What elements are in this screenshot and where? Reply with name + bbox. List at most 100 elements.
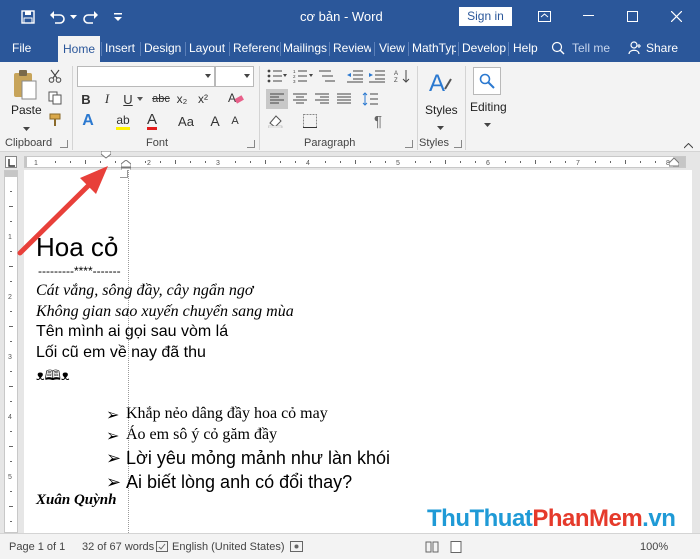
text-effects-button[interactable]: A — [79, 111, 97, 131]
italic-button[interactable]: I — [99, 89, 115, 109]
share-icon[interactable] — [628, 34, 644, 62]
title-separator[interactable]: ---------****------- — [38, 264, 121, 278]
sort-icon[interactable]: AZ — [392, 66, 412, 86]
lightbulb-icon[interactable] — [551, 34, 567, 62]
font-name-dropdown-icon[interactable] — [205, 74, 211, 78]
paste-label[interactable]: Paste — [11, 103, 42, 117]
font-color-button[interactable]: A — [143, 111, 161, 131]
ribbon-display-options-icon[interactable] — [530, 4, 558, 28]
undo-icon[interactable] — [46, 7, 68, 27]
editing-button-label[interactable]: Editing — [470, 100, 507, 114]
document-page[interactable]: Hoa cỏ ---------****------- Cát vắng, sô… — [24, 170, 692, 533]
decrease-indent-icon[interactable] — [346, 66, 364, 86]
poem-line[interactable]: Tên mình ai gọi sau vòm lá — [36, 323, 228, 341]
editing-dropdown-icon[interactable] — [481, 115, 493, 135]
tab-home[interactable]: Home — [58, 36, 100, 62]
tab-help[interactable]: Help — [513, 34, 541, 62]
vertical-ruler[interactable]: 1 2 3 4 5 — [4, 170, 18, 533]
font-color-label: A — [146, 111, 157, 130]
borders-icon[interactable] — [298, 111, 322, 131]
styles-button-label[interactable]: Styles — [425, 103, 458, 117]
clear-formatting-icon[interactable]: A — [228, 88, 244, 108]
share-button[interactable]: Share — [646, 34, 682, 62]
macro-icon[interactable] — [290, 541, 304, 556]
minimize-icon[interactable] — [574, 4, 602, 28]
poem-line[interactable]: Cát vắng, sông đầy, cây ngẩn ngơ — [36, 282, 253, 300]
styles-launcher-icon[interactable] — [454, 140, 462, 148]
increase-indent-icon[interactable] — [368, 66, 386, 86]
find-icon[interactable] — [473, 67, 501, 95]
show-formatting-icon[interactable]: ¶ — [370, 111, 386, 131]
tab-separator — [229, 42, 230, 56]
read-mode-icon[interactable] — [425, 541, 439, 556]
numbering-icon[interactable]: 123 — [292, 66, 314, 86]
vertical-scrollbar[interactable] — [692, 170, 700, 533]
tab-references[interactable]: Referenc — [233, 34, 279, 62]
font-size-dropdown-icon[interactable] — [244, 74, 250, 78]
redo-icon[interactable] — [80, 7, 102, 27]
print-layout-icon[interactable] — [449, 541, 463, 556]
line-spacing-icon[interactable] — [360, 89, 384, 109]
close-icon[interactable] — [662, 4, 690, 28]
page-count[interactable]: Page 1 of 1 — [9, 541, 65, 553]
horizontal-ruler[interactable]: 12345678 — [24, 151, 686, 173]
font-size-combo[interactable] — [215, 66, 254, 87]
poem-line[interactable]: Lối cũ em về nay đã thu — [36, 344, 206, 362]
undo-dropdown-icon[interactable] — [68, 7, 78, 27]
maximize-icon[interactable] — [618, 4, 646, 28]
proofing-icon[interactable] — [156, 541, 170, 556]
align-left-icon[interactable] — [266, 89, 288, 109]
paste-icon[interactable] — [10, 68, 40, 102]
underline-button[interactable]: U — [120, 89, 136, 109]
paragraph-launcher-icon[interactable] — [405, 140, 413, 148]
word-count[interactable]: 32 of 67 words — [82, 541, 154, 553]
tab-layout[interactable]: Layout — [189, 34, 227, 62]
language[interactable]: English (United States) — [172, 541, 285, 553]
clipboard-launcher-icon[interactable] — [60, 140, 68, 148]
highlight-button[interactable]: ab — [114, 111, 132, 131]
subscript-button[interactable]: x₂ — [174, 89, 190, 109]
first-line-indent-marker[interactable] — [101, 151, 111, 167]
poem-line[interactable]: Không gian sao xuyến chuyển sang mùa — [36, 303, 294, 321]
cut-icon[interactable] — [46, 66, 64, 86]
tab-view[interactable]: View — [379, 34, 407, 62]
align-right-icon[interactable] — [312, 89, 332, 109]
tab-selector-icon[interactable] — [5, 156, 17, 168]
font-name-combo[interactable] — [77, 66, 215, 87]
tab-mailings[interactable]: Mailings — [283, 34, 327, 62]
shading-icon[interactable] — [266, 111, 290, 131]
watermark-part: .vn — [642, 505, 676, 532]
customize-quick-access-icon[interactable] — [110, 7, 126, 27]
grow-font-button[interactable]: A — [208, 111, 222, 131]
zoom-level[interactable]: 100% — [640, 541, 668, 553]
right-indent-marker[interactable] — [669, 158, 679, 168]
align-center-icon[interactable] — [290, 89, 310, 109]
styles-icon[interactable]: A — [426, 68, 456, 98]
underline-dropdown-icon[interactable] — [135, 89, 145, 109]
font-launcher-icon[interactable] — [247, 140, 255, 148]
tab-insert[interactable]: Insert — [105, 34, 139, 62]
change-case-button[interactable]: Aa — [175, 111, 197, 131]
tab-review[interactable]: Review — [333, 34, 371, 62]
styles-dropdown-icon[interactable] — [434, 118, 446, 138]
save-icon[interactable] — [16, 7, 40, 27]
copy-icon[interactable] — [46, 88, 64, 108]
poem-author[interactable]: Xuân Quỳnh — [36, 492, 116, 509]
sign-in-button[interactable]: Sign in — [459, 7, 512, 26]
tab-file[interactable]: File — [12, 34, 44, 62]
format-painter-icon[interactable] — [46, 110, 64, 130]
tab-mathtype[interactable]: MathTyp — [412, 34, 456, 62]
decorative-symbols[interactable]: ᴥ🕮ᴥ — [36, 365, 70, 389]
tab-design[interactable]: Design — [144, 34, 182, 62]
paste-dropdown-icon[interactable] — [20, 119, 32, 139]
bold-button[interactable]: B — [78, 89, 94, 109]
justify-icon[interactable] — [334, 89, 354, 109]
multilevel-list-icon[interactable] — [318, 66, 340, 86]
document-title[interactable]: Hoa cỏ — [36, 232, 118, 263]
tell-me-search[interactable]: Tell me — [572, 34, 614, 62]
strikethrough-button[interactable]: abc — [150, 89, 172, 109]
shrink-font-button[interactable]: A — [228, 111, 242, 131]
tab-developer[interactable]: Develop — [462, 34, 506, 62]
bullets-icon[interactable] — [266, 66, 288, 86]
superscript-button[interactable]: x² — [195, 89, 211, 109]
